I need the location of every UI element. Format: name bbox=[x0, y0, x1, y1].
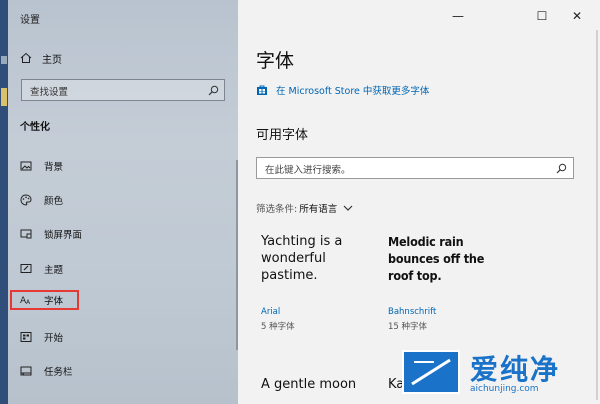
font-count: 15 种字体 bbox=[388, 322, 428, 332]
window-title: 设置 bbox=[20, 15, 40, 26]
font-sample: A gentle moon bbox=[261, 377, 357, 392]
watermark: 爱纯净 aichunjing.com bbox=[398, 344, 600, 404]
desktop-strip bbox=[0, 0, 8, 404]
store-link[interactable]: 在 Microsoft Store 中获取更多字体 bbox=[256, 83, 429, 97]
sidebar-item-lock-screen[interactable]: 锁屏界面 bbox=[20, 225, 82, 243]
sidebar-item-taskbar[interactable]: 任务栏 bbox=[20, 362, 73, 380]
watermark-url: aichunjing.com bbox=[470, 384, 539, 394]
settings-window: 设置 主页 查找设置 个性化 背景 颜色 锁屏界面 主题 AA 字体 开始 任务… bbox=[0, 0, 600, 404]
search-icon[interactable] bbox=[556, 163, 567, 174]
section-title: 个性化 bbox=[20, 122, 50, 133]
home-icon bbox=[20, 52, 32, 63]
start-icon bbox=[20, 332, 32, 342]
sidebar-item-start[interactable]: 开始 bbox=[20, 328, 63, 346]
watermark-text: 爱纯净 bbox=[470, 353, 561, 386]
sidebar-item-colors[interactable]: 颜色 bbox=[20, 191, 63, 209]
watermark-logo bbox=[402, 350, 460, 394]
filter-value: 所有语言 bbox=[299, 204, 338, 215]
picture-icon bbox=[20, 161, 32, 171]
page-title: 字体 bbox=[256, 50, 295, 72]
settings-search-input[interactable]: 查找设置 bbox=[21, 79, 225, 101]
palette-icon bbox=[20, 194, 32, 206]
search-icon[interactable] bbox=[208, 85, 219, 96]
sidebar-item-label: 锁屏界面 bbox=[44, 230, 83, 241]
sidebar-item-label: 颜色 bbox=[44, 196, 64, 207]
maximize-button[interactable]: ☐ bbox=[529, 6, 555, 26]
minimize-button[interactable]: — bbox=[445, 6, 471, 26]
font-search-placeholder: 在此键入进行搜索。 bbox=[265, 165, 351, 176]
taskbar-icon bbox=[20, 366, 32, 376]
sidebar-item-fonts[interactable]: AA 字体 bbox=[10, 290, 80, 310]
font-search-input[interactable]: 在此键入进行搜索。 bbox=[256, 157, 574, 179]
sidebar-item-background[interactable]: 背景 bbox=[20, 157, 63, 175]
font-card-bahnschrift[interactable]: Melodic rain bounces off the roof top. B… bbox=[388, 233, 500, 333]
font-card-third[interactable]: A gentle moon bbox=[261, 376, 371, 404]
store-link-label: 在 Microsoft Store 中获取更多字体 bbox=[276, 86, 430, 97]
filter-label: 筛选条件: bbox=[256, 204, 298, 215]
font-icon: AA bbox=[20, 296, 31, 306]
font-card-arial[interactable]: Yachting is a wonderful pastime. Arial 5… bbox=[261, 233, 371, 333]
sidebar-item-label: 字体 bbox=[44, 296, 64, 307]
store-bag-icon bbox=[257, 85, 267, 95]
sidebar-item-label: 背景 bbox=[44, 162, 64, 173]
lock-screen-icon bbox=[20, 229, 32, 239]
font-name: Arial bbox=[261, 307, 281, 317]
sidebar-item-themes[interactable]: 主题 bbox=[20, 260, 63, 278]
sidebar-item-label: 主题 bbox=[44, 265, 64, 276]
sidebar: 设置 主页 查找设置 个性化 背景 颜色 锁屏界面 主题 AA 字体 开始 任务… bbox=[0, 0, 238, 404]
close-button[interactable]: ✕ bbox=[564, 6, 590, 26]
font-sample: Melodic rain bounces off the roof top. bbox=[388, 234, 485, 283]
svg-text:A: A bbox=[26, 299, 31, 306]
sidebar-item-label: 任务栏 bbox=[44, 367, 73, 378]
language-filter[interactable]: 筛选条件: 所有语言 bbox=[256, 201, 353, 215]
sidebar-item-label: 开始 bbox=[44, 333, 64, 344]
settings-search-placeholder: 查找设置 bbox=[30, 87, 69, 98]
chevron-down-icon bbox=[343, 205, 353, 211]
available-fonts-heading: 可用字体 bbox=[256, 128, 309, 143]
font-sample: Yachting is a wonderful pastime. bbox=[261, 234, 343, 283]
font-name: Bahnschrift bbox=[388, 307, 437, 317]
brush-icon bbox=[20, 264, 32, 273]
home-nav[interactable]: 主页 bbox=[20, 50, 62, 66]
home-label: 主页 bbox=[42, 54, 62, 66]
font-count: 5 种字体 bbox=[261, 322, 295, 332]
